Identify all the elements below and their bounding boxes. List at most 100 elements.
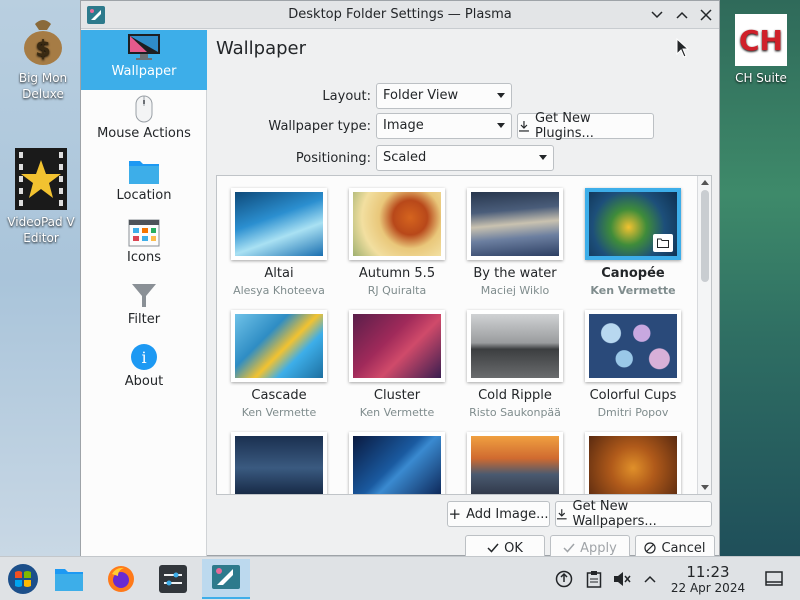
wallpaper-tile-cluster[interactable]: Cluster Ken Vermette: [341, 306, 453, 424]
icons-grid-icon: [81, 216, 207, 250]
taskbar-file-manager[interactable]: [48, 559, 90, 599]
settings-sidebar: Wallpaper Mouse Actions Location Icons F…: [81, 30, 207, 556]
taskbar-system-settings[interactable]: [152, 559, 194, 599]
apply-label: Apply: [580, 540, 617, 556]
wallpaper-author: Ken Vermette: [359, 406, 435, 419]
taskbar: 11:23 22 Apr 2024: [0, 556, 800, 600]
cancel-icon: [644, 542, 657, 554]
sidebar-item-location[interactable]: Location: [81, 154, 207, 214]
show-desktop-icon: [765, 571, 783, 586]
wallpaper-name: Cold Ripple: [478, 388, 552, 403]
desktop-icon-label: Editor: [23, 231, 59, 245]
sidebar-item-label: Filter: [127, 312, 161, 327]
wallpaper-tile[interactable]: [459, 428, 571, 494]
desktop-icon-videopad[interactable]: VideoPad V Editor: [2, 148, 80, 246]
svg-text:i: i: [141, 348, 146, 367]
get-new-wallpapers-button[interactable]: Get New Wallpapers...: [555, 499, 712, 529]
chevron-up-icon: [644, 575, 656, 583]
clock-time: 11:23: [686, 563, 730, 581]
desktop-icon-label: CH Suite: [735, 71, 787, 85]
add-image-label: Add Image...: [466, 506, 549, 522]
taskbar-firefox[interactable]: [100, 559, 142, 599]
get-new-plugins-button[interactable]: Get New Plugins...: [517, 111, 654, 141]
wallpaper-author: Dmitri Popov: [597, 406, 669, 419]
start-menu-button[interactable]: [2, 559, 44, 599]
tray-expander[interactable]: [640, 569, 660, 589]
wallpaper-tile-cold-ripple[interactable]: Cold Ripple Risto Saukonpää: [459, 306, 571, 424]
film-star-icon: [13, 148, 69, 210]
wallpaper-tile-autumn[interactable]: Autumn 5.5 RJ Quiralta: [341, 184, 453, 302]
scrollbar-thumb[interactable]: [701, 190, 709, 282]
wallpaper-tile-canopee[interactable]: Canopée Ken Vermette: [577, 184, 689, 302]
wallpaper-thumbnail: [467, 310, 563, 382]
sidebar-item-label: Wallpaper: [111, 64, 177, 79]
scroll-down-icon[interactable]: [701, 485, 709, 490]
wallpaper-author: Ken Vermette: [241, 406, 317, 419]
plasma-app-icon: [212, 565, 240, 589]
wallpaper-author: Maciej Wiklo: [480, 284, 550, 297]
sidebar-item-about[interactable]: i About: [81, 340, 207, 400]
page-title: Wallpaper: [216, 38, 307, 59]
volume-tray-icon[interactable]: [612, 569, 632, 589]
show-desktop-button[interactable]: [764, 569, 784, 589]
download-icon: [556, 509, 567, 520]
wallpaper-thumbnail: [585, 188, 681, 260]
sidebar-item-wallpaper[interactable]: Wallpaper: [81, 30, 207, 90]
wallpaper-name: Cluster: [373, 388, 421, 403]
open-folder-icon[interactable]: [653, 234, 673, 252]
cancel-label: Cancel: [661, 540, 706, 556]
money-bag-icon: $: [21, 14, 65, 66]
wallpaper-settings-panel: Wallpaper Layout: Folder View Wallpaper …: [208, 30, 719, 561]
wallpaper-tile-by-the-water[interactable]: By the water Maciej Wiklo: [459, 184, 571, 302]
minimize-button[interactable]: [647, 5, 667, 25]
info-icon: i: [81, 340, 207, 374]
wallpaper-tile[interactable]: [223, 428, 335, 494]
desktop-icon-big-money[interactable]: $ Big Mon Deluxe: [6, 14, 80, 102]
firefox-icon: [108, 566, 134, 592]
positioning-label: Positioning:: [295, 151, 371, 166]
clipboard-tray-icon[interactable]: [584, 569, 604, 589]
wallpaper-name: Canopée: [601, 266, 665, 281]
scroll-up-icon[interactable]: [701, 180, 709, 185]
wallpaper-tile[interactable]: [577, 428, 689, 494]
wallpaper-tile-colorful-cups[interactable]: Colorful Cups Dmitri Popov: [577, 306, 689, 424]
chevron-up-icon: [676, 11, 688, 19]
sidebar-item-icons[interactable]: Icons: [81, 216, 207, 276]
mouse-icon: [81, 92, 207, 126]
close-button[interactable]: [696, 5, 716, 25]
chevron-down-icon: [539, 155, 547, 160]
layout-dropdown[interactable]: Folder View: [376, 83, 512, 109]
sidebar-item-filter[interactable]: Filter: [81, 278, 207, 338]
folder-icon: [81, 154, 207, 188]
title-bar[interactable]: Desktop Folder Settings — Plasma: [81, 1, 719, 29]
updates-tray-icon[interactable]: [554, 569, 574, 589]
wallpaper-tile[interactable]: [341, 428, 453, 494]
plus-icon: +: [448, 505, 462, 523]
wallpaper-thumbnail: [349, 310, 445, 382]
wallpaper-name: Autumn 5.5: [358, 266, 436, 281]
wallpaper-tile-cascade[interactable]: Cascade Ken Vermette: [223, 306, 335, 424]
wallpaper-thumbnail: [467, 188, 563, 260]
wallpaper-grid-scrollbar[interactable]: [697, 176, 711, 494]
sidebar-item-label: Location: [116, 188, 172, 203]
maximize-button[interactable]: [672, 5, 692, 25]
close-icon: [700, 9, 712, 21]
wallpaper-author: Alesya Khoteeva: [233, 284, 325, 297]
funnel-icon: [81, 278, 207, 312]
clock-date: 22 Apr 2024: [670, 581, 746, 595]
positioning-dropdown[interactable]: Scaled: [376, 145, 554, 171]
get-new-plugins-label: Get New Plugins...: [534, 111, 594, 141]
plasma-app-icon: [87, 6, 105, 24]
wallpaper-type-dropdown[interactable]: Image: [376, 113, 512, 139]
checkmark-icon: [563, 543, 575, 553]
digital-clock[interactable]: 11:23 22 Apr 2024: [668, 563, 748, 595]
ok-label: OK: [504, 540, 523, 556]
svg-text:$: $: [35, 37, 50, 62]
desktop-icon-ch-suite[interactable]: CH CH Suite: [722, 14, 800, 86]
wallpaper-thumbnail: [231, 310, 327, 382]
wallpaper-tile-altai[interactable]: Altai Alesya Khoteeva: [223, 184, 335, 302]
sidebar-item-label: Mouse Actions: [97, 126, 191, 141]
add-image-button[interactable]: + Add Image...: [447, 501, 550, 527]
taskbar-desktop-settings[interactable]: [202, 559, 250, 599]
sidebar-item-mouse-actions[interactable]: Mouse Actions: [81, 92, 207, 152]
